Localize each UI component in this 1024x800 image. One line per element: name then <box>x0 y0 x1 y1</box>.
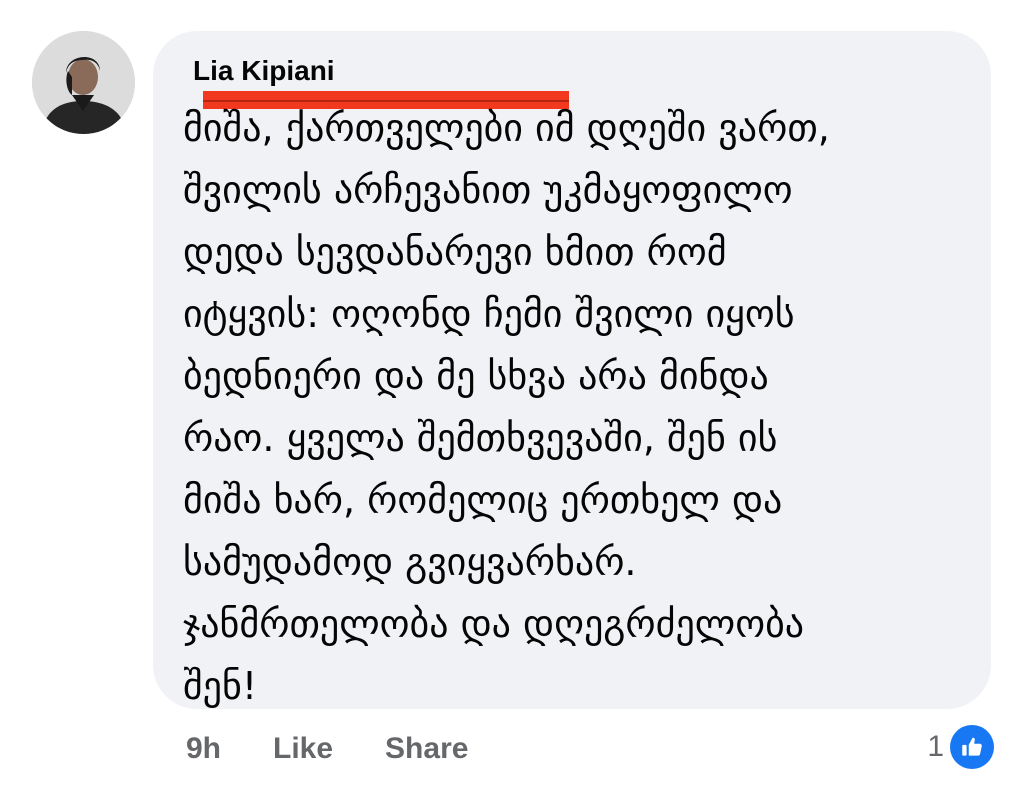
comment-bubble: Lia Kipiani მიშა, ქართველები იმ დღეში ვა… <box>153 31 991 709</box>
comment-line: შვილის არჩევანით უკმაყოფილო <box>183 168 793 212</box>
reaction-count: 1 <box>927 730 944 763</box>
avatar[interactable] <box>32 31 135 134</box>
comment-line: შენ! <box>183 664 258 708</box>
comment-line: დედა სევდანარევი ხმით რომ <box>183 230 727 274</box>
comment-line: სამუდამოდ გვიყვარხარ. <box>183 540 637 584</box>
comment-line: მიშა, ქართველები იმ დღეში ვართ, <box>183 106 830 150</box>
timestamp[interactable]: 9h <box>186 732 221 766</box>
comment-line: მიშა ხარ, რომელიც ერთხელ და <box>183 478 783 522</box>
reactions-summary[interactable]: 1 <box>927 724 994 770</box>
comment-line: რაო. ყველა შემთხვევაში, შენ ის <box>183 416 778 460</box>
share-button[interactable]: Share <box>385 732 468 766</box>
comment-line: ბედნიერი და მე სხვა არა მინდა <box>183 354 769 398</box>
comment-text: მიშა, ქართველები იმ დღეში ვართ, შვილის ა… <box>183 97 973 717</box>
thumbs-up-icon <box>950 725 994 769</box>
like-button[interactable]: Like <box>273 732 333 766</box>
comment-actions: 9h Like Share <box>186 727 468 771</box>
comment-line: იტყვის: ოღონდ ჩემი შვილი იყოს <box>183 292 795 336</box>
comment-author[interactable]: Lia Kipiani <box>193 55 335 87</box>
comment-line: ჯანმრთელობა და დღეგრძელობა <box>183 602 805 646</box>
